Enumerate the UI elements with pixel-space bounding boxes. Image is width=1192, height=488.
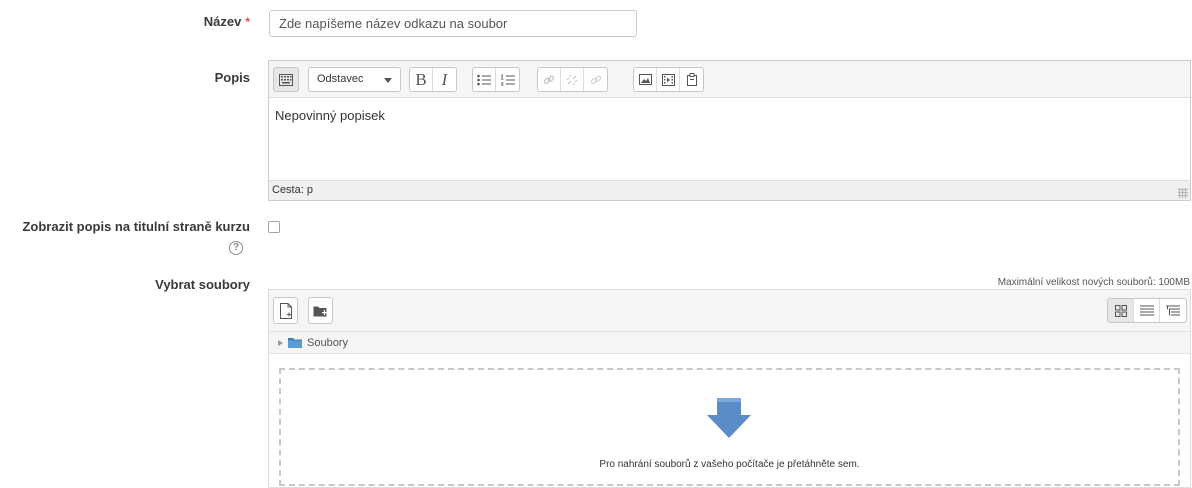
bullet-list-icon [477, 74, 491, 85]
insert-image-button[interactable] [634, 68, 657, 91]
required-icon: * [245, 15, 250, 29]
link-group [537, 67, 608, 92]
show-description-checkbox[interactable] [268, 221, 280, 233]
breadcrumb: Soubory [269, 332, 1190, 354]
chevron-down-icon [384, 78, 392, 83]
file-drop-zone[interactable]: Pro nahrání souborů z vašeho počítače je… [279, 368, 1180, 486]
add-file-button[interactable] [273, 297, 298, 324]
tree-view-icon [1166, 305, 1180, 315]
list-view-button[interactable] [1134, 299, 1160, 322]
anchor-button[interactable] [584, 68, 607, 91]
link-button[interactable] [538, 68, 561, 91]
ordered-list-button[interactable] [496, 68, 519, 91]
clipboard-icon [686, 73, 697, 86]
add-folder-icon [313, 306, 327, 316]
help-icon[interactable]: ? [229, 241, 243, 255]
view-mode-group [1107, 298, 1187, 323]
show-description-label: Zobrazit popis na titulní straně kurzu [22, 219, 250, 234]
drop-instructions: Pro nahrání souborů z vašeho počítače je… [599, 459, 860, 470]
download-arrow-icon [707, 398, 751, 438]
status-path: Cesta: p [272, 184, 313, 196]
unordered-list-button[interactable] [473, 68, 496, 91]
italic-button[interactable]: I [433, 68, 456, 91]
image-icon [638, 74, 652, 85]
file-manager-toolbar [269, 290, 1190, 332]
media-icon [661, 73, 675, 86]
select-files-label: Vybrat soubory [155, 277, 250, 292]
resize-handle[interactable] [1178, 188, 1188, 198]
icon-view-button[interactable] [1108, 299, 1134, 322]
toolbar-toggle-button[interactable] [273, 67, 299, 92]
file-manager: Soubory Pro nahrání souborů z vašeho poč… [268, 289, 1191, 488]
bold-button[interactable]: B [410, 68, 433, 91]
create-folder-button[interactable] [308, 297, 333, 324]
folder-icon [288, 338, 302, 348]
italic-icon: I [441, 69, 448, 89]
description-label: Popis [214, 70, 250, 85]
list-group [472, 67, 520, 92]
insert-media-button[interactable] [657, 68, 680, 91]
manage-files-button[interactable] [680, 68, 703, 91]
editor-status-bar: Cesta: p [269, 180, 1190, 200]
name-label: Název * [203, 14, 250, 29]
breadcrumb-folder[interactable]: Soubory [307, 337, 348, 349]
editor-content[interactable]: Nepovinný popisek [269, 98, 1190, 180]
link-icon [543, 74, 555, 84]
add-file-icon [279, 302, 292, 319]
numbered-list-icon [500, 74, 515, 85]
expand-arrow-icon[interactable] [278, 339, 283, 346]
description-editor: Odstavec B I Nepovinný popisek Cesta: p [268, 60, 1191, 201]
editor-toolbar: Odstavec B I [269, 61, 1190, 98]
grid-view-icon [1114, 304, 1127, 317]
unlink-icon [566, 74, 578, 85]
anchor-link-icon [590, 74, 601, 84]
text-style-group: B I [409, 67, 457, 92]
name-input[interactable] [269, 10, 637, 37]
toolbar-toggle-icon [279, 73, 293, 86]
list-view-icon [1139, 305, 1154, 316]
media-group [633, 67, 704, 92]
max-size-text: Maximální velikost nových souborů: 100MB [997, 277, 1190, 288]
unlink-button[interactable] [561, 68, 584, 91]
tree-view-button[interactable] [1160, 299, 1186, 322]
bold-icon: B [415, 69, 427, 89]
paragraph-format-select[interactable]: Odstavec [308, 67, 401, 92]
